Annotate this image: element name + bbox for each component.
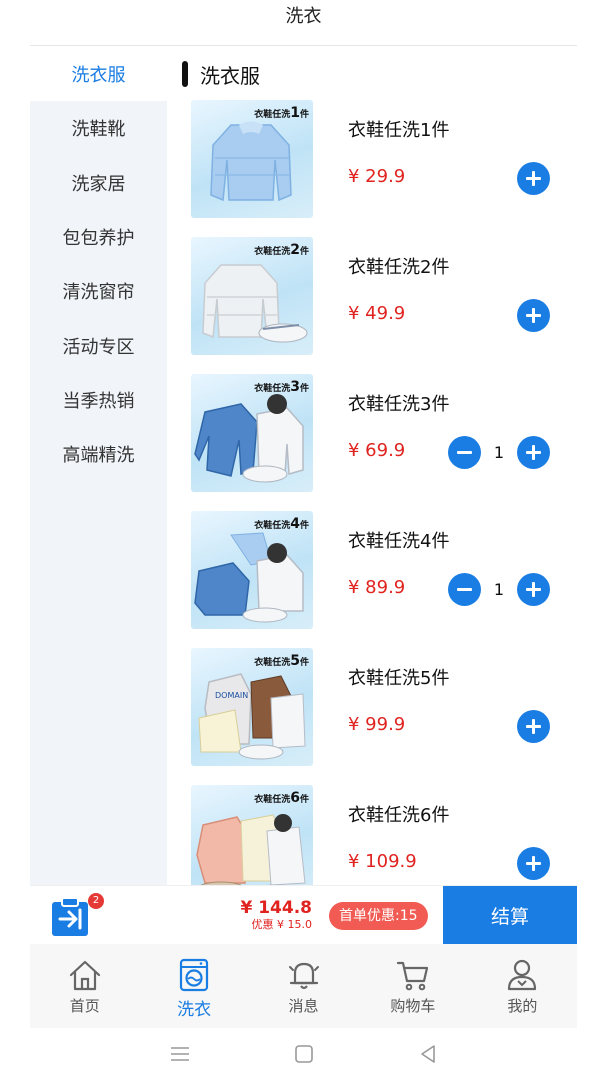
product-card[interactable]: 衣鞋任洗3件 衣鞋任洗3件 ¥ 69.9 1: [191, 374, 577, 494]
product-name: 衣鞋任洗6件: [348, 805, 450, 826]
product-image: 衣鞋任洗5件 DOMAIN: [191, 648, 313, 766]
sidebar-item-label: 高端精洗: [62, 445, 135, 467]
product-image: 衣鞋任洗1件: [191, 100, 313, 218]
remove-button[interactable]: [448, 572, 481, 606]
sidebar-item-seasonal-hot[interactable]: 当季热销: [30, 373, 167, 427]
washing-machine-icon: [180, 958, 209, 992]
system-navigation-bar: [0, 1028, 607, 1080]
product-image: 衣鞋任洗6件: [191, 785, 313, 885]
cart-icon: [396, 961, 429, 991]
add-button[interactable]: [517, 846, 550, 880]
add-button[interactable]: [517, 298, 550, 332]
section-marker: [182, 61, 188, 87]
sidebar-item-wash-shoes[interactable]: 洗鞋靴: [30, 101, 167, 155]
sidebar-item-label: 清洗窗帘: [62, 282, 135, 304]
tab-laundry[interactable]: 洗衣: [139, 944, 248, 1028]
cart-bar: 2 ¥ 144.8 优惠 ¥ 15.0 首单优惠:15 结算: [30, 885, 577, 945]
add-button[interactable]: [517, 709, 550, 743]
sidebar-item-label: 洗家居: [71, 173, 126, 195]
sidebar-item-label: 洗衣服: [71, 65, 126, 87]
product-name: 衣鞋任洗1件: [348, 120, 450, 141]
quantity-stepper: [517, 161, 550, 195]
sidebar-item-home-textiles[interactable]: 洗家居: [30, 156, 167, 210]
product-name: 衣鞋任洗3件: [348, 394, 450, 415]
sidebar-item-curtain-cleaning[interactable]: 清洗窗帘: [30, 264, 167, 318]
first-order-promo-badge: 首单优惠:15: [329, 902, 428, 930]
product-card[interactable]: 衣鞋任洗1件 衣鞋任洗1件 ¥ 29.9: [191, 100, 577, 220]
product-price: ¥ 69.9: [348, 440, 406, 461]
product-name: 衣鞋任洗4件: [348, 531, 450, 552]
tab-messages[interactable]: 消息: [249, 944, 358, 1028]
category-sidebar: 洗衣服 洗鞋靴 洗家居 包包养护 清洗窗帘 活动专区 当季热销 高端精洗: [30, 47, 167, 885]
quantity-stepper: [517, 298, 550, 332]
tab-label: 消息: [288, 997, 319, 1015]
sidebar-item-label: 活动专区: [62, 336, 135, 358]
tab-label: 洗衣: [177, 1000, 212, 1020]
add-button[interactable]: [517, 435, 550, 469]
section-header: 洗衣服: [182, 61, 260, 88]
tab-profile[interactable]: 我的: [468, 944, 577, 1028]
quantity-stepper: 1: [448, 435, 550, 469]
product-price: ¥ 89.9: [348, 577, 406, 598]
tab-label: 我的: [507, 997, 538, 1015]
sidebar-item-bag-care[interactable]: 包包养护: [30, 210, 167, 264]
product-name: 衣鞋任洗5件: [348, 668, 450, 689]
quantity-stepper: [517, 709, 550, 743]
add-button[interactable]: [517, 161, 550, 195]
add-button[interactable]: [517, 572, 550, 606]
tab-label: 购物车: [390, 997, 436, 1015]
sidebar-item-label: 洗鞋靴: [71, 119, 126, 141]
product-card[interactable]: 衣鞋任洗6件 衣鞋任洗6件 ¥ 109.9: [191, 785, 577, 885]
product-card[interactable]: 衣鞋任洗4件 衣鞋任洗4件 ¥ 89.9 1: [191, 511, 577, 631]
sidebar-item-premium-wash[interactable]: 高端精洗: [30, 427, 167, 481]
divider: [30, 45, 577, 46]
top-bar: 洗衣: [0, 0, 607, 46]
page-title: 洗衣: [285, 6, 322, 27]
sidebar-item-label: 包包养护: [62, 228, 135, 250]
product-list-panel: 洗衣服 衣鞋任洗1件 衣鞋任洗1件 ¥ 29.9 衣鞋任洗2件 衣鞋任洗2件 ¥…: [167, 47, 577, 885]
bottom-tab-bar: 首页 洗衣 消息 购物车 我的: [30, 944, 577, 1028]
product-price: ¥ 99.9: [348, 714, 406, 735]
product-card[interactable]: 衣鞋任洗2件 衣鞋任洗2件 ¥ 49.9: [191, 237, 577, 357]
user-icon: [508, 959, 537, 991]
quantity-value: 1: [493, 579, 505, 599]
product-image: 衣鞋任洗4件: [191, 511, 313, 629]
discount-amount: 优惠 ¥ 15.0: [251, 918, 312, 931]
product-price: ¥ 49.9: [348, 303, 406, 324]
home-icon: [69, 960, 100, 991]
checkout-button[interactable]: 结算: [443, 886, 577, 945]
product-price: ¥ 29.9: [348, 166, 406, 187]
bell-icon: [288, 962, 319, 990]
back-icon[interactable]: [416, 1042, 440, 1066]
sidebar-item-label: 当季热销: [62, 390, 135, 412]
tab-cart[interactable]: 购物车: [358, 944, 467, 1028]
product-image: 衣鞋任洗2件: [191, 237, 313, 355]
sidebar-item-promotions[interactable]: 活动专区: [30, 318, 167, 372]
sidebar-item-wash-clothes[interactable]: 洗衣服: [30, 47, 167, 102]
product-price: ¥ 109.9: [348, 851, 417, 872]
app-screen: 洗衣 洗衣服 洗鞋靴 洗家居 包包养护 清洗窗帘 活动专区 当季热销 高端精洗 …: [0, 0, 607, 1080]
tab-home[interactable]: 首页: [30, 944, 139, 1028]
product-image: 衣鞋任洗3件: [191, 374, 313, 492]
product-name: 衣鞋任洗2件: [348, 257, 450, 278]
quantity-value: 1: [493, 442, 505, 462]
home-square-icon[interactable]: [292, 1042, 316, 1066]
tab-label: 首页: [69, 997, 100, 1015]
menu-icon[interactable]: [168, 1042, 192, 1066]
cart-total: ¥ 144.8 优惠 ¥ 15.0: [240, 898, 312, 932]
quantity-stepper: 1: [448, 572, 550, 606]
cart-basket-icon[interactable]: [50, 896, 90, 938]
total-amount: ¥ 144.8: [240, 898, 312, 918]
remove-button[interactable]: [448, 435, 481, 469]
cart-count-badge: 2: [88, 893, 104, 909]
svg-text:DOMAIN: DOMAIN: [215, 691, 248, 700]
product-card[interactable]: 衣鞋任洗5件 DOMAIN 衣鞋任洗5件 ¥ 99.9: [191, 648, 577, 768]
section-title: 洗衣服: [200, 63, 260, 88]
quantity-stepper: [517, 846, 550, 880]
